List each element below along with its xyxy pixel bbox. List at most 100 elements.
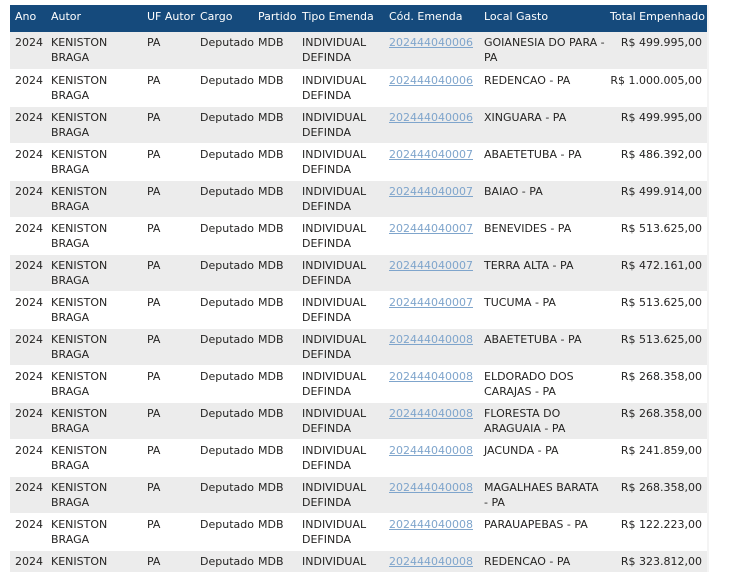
cell-cargo: Deputado [195, 550, 254, 572]
cell-uf-autor: PA [142, 476, 195, 514]
cell-uf-autor: PA [142, 217, 195, 255]
cell-autor: KENISTON BRAGA [46, 402, 142, 440]
col-header-local-gasto[interactable]: Local Gasto [479, 5, 605, 32]
cell-uf-autor: PA [142, 328, 195, 366]
cell-local-gasto: MAGALHAES BARATA - PA [479, 476, 605, 514]
cell-cargo: Deputado [195, 32, 254, 70]
table-row: 2024KENISTON BRAGAPADeputadoMDBINDIVIDUA… [10, 143, 707, 181]
cell-cod-emenda[interactable]: 202444040008 [384, 550, 479, 572]
table-row: 2024KENISTON BRAGAPADeputadoMDBINDIVIDUA… [10, 439, 707, 477]
cell-cod-emenda[interactable]: 202444040008 [384, 476, 479, 514]
cell-autor: KENISTON BRAGA [46, 513, 142, 551]
table-row: 2024KENISTON BRAGAPADeputadoMDBINDIVIDUA… [10, 513, 707, 551]
cell-partido: MDB [253, 402, 297, 440]
cell-uf-autor: PA [142, 513, 195, 551]
table-body: 2024 KENISTON BRAGA PA Deputado MDB INDIVIDUA… [10, 32, 707, 572]
cell-partido: MDB [253, 106, 297, 144]
cell-tipo-emenda: INDIVIDUAL DEFINDA [297, 328, 384, 366]
cell-ano: 2024 [10, 402, 46, 440]
cell-cargo: Deputado [195, 69, 254, 107]
cell-local-gasto: TUCUMA - PA [479, 291, 605, 329]
cell-ano: 2024 [10, 291, 46, 329]
cell-total-empenhado: R$ 499.914,00 [605, 180, 707, 218]
cell-ano: 2024 [10, 513, 46, 551]
cell-local-gasto: TERRA ALTA - PA [479, 254, 605, 292]
cell-tipo-emenda: INDIVIDUAL DEFINDA [297, 550, 384, 572]
cell-cod-emenda[interactable]: 202444040008 [384, 513, 479, 551]
col-header-total-empenhado[interactable]: Total Empenhado [605, 5, 707, 32]
cell-autor: KENISTON BRAGA [46, 328, 142, 366]
cell-tipo-emenda: INDIVIDUAL DEFINDA [297, 217, 384, 255]
col-header-cargo[interactable]: Cargo [195, 5, 253, 32]
cell-total-empenhado: R$ 486.392,00 [605, 143, 707, 181]
table-row: 2024KENISTON BRAGAPADeputadoMDBINDIVIDUA… [10, 550, 707, 572]
cell-total-empenhado: R$ 323.812,00 [605, 550, 707, 572]
cell-cod-emenda[interactable]: 202444040007 [384, 143, 479, 181]
cell-cod-emenda[interactable]: 202444040007 [384, 180, 479, 218]
cell-cargo: Deputado [195, 439, 254, 477]
cell-ano: 2024 [10, 254, 46, 292]
col-header-tipo-emenda[interactable]: Tipo Emenda [297, 5, 384, 32]
cell-autor: KENISTON BRAGA [46, 550, 142, 572]
cell-tipo-emenda: INDIVIDUAL DEFINDA [297, 69, 384, 107]
cell-tipo-emenda: INDIVIDUAL DEFINDA [297, 180, 384, 218]
col-header-autor[interactable]: Autor [46, 5, 142, 32]
cell-ano: 2024 [10, 143, 46, 181]
col-header-ano[interactable]: Ano [10, 5, 46, 32]
cell-cargo: Deputado [195, 328, 254, 366]
table-row: 2024KENISTON BRAGAPADeputadoMDBINDIVIDUA… [10, 254, 707, 292]
cell-ano: 2024 [10, 69, 46, 107]
cell-total-empenhado: R$ 268.358,00 [605, 402, 707, 440]
cell-tipo-emenda: INDIVIDUAL DEFINDA [297, 476, 384, 514]
table-header: Ano Autor UF Autor Cargo Partido Tipo Em… [10, 5, 707, 32]
scrollbar-track[interactable] [707, 5, 709, 572]
emendas-table: Ano Autor UF Autor Cargo Partido Tipo Em… [10, 5, 707, 572]
cell-uf-autor: PA [142, 550, 195, 572]
cell-tipo-emenda: INDIVIDUAL DEFINDA [297, 439, 384, 477]
cell-partido: MDB [253, 550, 297, 572]
cell-cod-emenda[interactable]: 202444040008 [384, 365, 479, 403]
cell-total-empenhado: R$ 1.000.005,00 [605, 69, 707, 107]
cell-cargo: Deputado [195, 402, 254, 440]
cell-partido: MDB [253, 439, 297, 477]
cell-cod-emenda[interactable]: 202444040008 [384, 439, 479, 477]
cell-total-empenhado: R$ 268.358,00 [605, 365, 707, 403]
cell-partido: MDB [253, 32, 297, 70]
cell-partido: MDB [253, 180, 297, 218]
cell-local-gasto: ABAETETUBA - PA [479, 328, 605, 366]
cell-total-empenhado: R$ 122.223,00 [605, 513, 707, 551]
cell-tipo-emenda: INDIVIDUAL DEFINDA [297, 143, 384, 181]
cell-local-gasto: ELDORADO DOS CARAJAS - PA [479, 365, 605, 403]
cell-cod-emenda[interactable]: 202444040008 [384, 402, 479, 440]
cell-cod-emenda[interactable]: 202444040006 [384, 106, 479, 144]
table-row: 2024KENISTON BRAGAPADeputadoMDBINDIVIDUA… [10, 32, 707, 70]
table-row: 2024KENISTON BRAGAPADeputadoMDBINDIVIDUA… [10, 476, 707, 514]
table-row: 2024KENISTON BRAGAPADeputadoMDBINDIVIDUA… [10, 291, 707, 329]
cell-local-gasto: REDENCAO - PA [479, 550, 605, 572]
cell-cod-emenda[interactable]: 202444040007 [384, 291, 479, 329]
cell-local-gasto: JACUNDA - PA [479, 439, 605, 477]
col-header-cod-emenda[interactable]: Cód. Emenda [384, 5, 479, 32]
col-header-partido[interactable]: Partido [253, 5, 297, 32]
cell-local-gasto: FLORESTA DO ARAGUAIA - PA [479, 402, 605, 440]
cell-cod-emenda[interactable]: 202444040006 [384, 32, 479, 70]
cell-cargo: Deputado [195, 365, 254, 403]
cell-total-empenhado: R$ 499.995,00 [605, 106, 707, 144]
cell-tipo-emenda: INDIVIDUAL DEFINDA [297, 254, 384, 292]
cell-uf-autor: PA [142, 32, 195, 70]
cell-autor: KENISTON BRAGA [46, 291, 142, 329]
cell-cargo: Deputado [195, 291, 254, 329]
cell-ano: 2024 [10, 106, 46, 144]
cell-cod-emenda[interactable]: 202444040008 [384, 328, 479, 366]
cell-cod-emenda[interactable]: 202444040007 [384, 217, 479, 255]
cell-local-gasto: BENEVIDES - PA [479, 217, 605, 255]
cell-uf-autor: PA [142, 143, 195, 181]
cell-uf-autor: PA [142, 365, 195, 403]
emendas-table-container[interactable]: Ano Autor UF Autor Cargo Partido Tipo Em… [10, 5, 707, 572]
cell-local-gasto: PARAUAPEBAS - PA [479, 513, 605, 551]
col-header-uf-autor[interactable]: UF Autor [142, 5, 195, 32]
cell-cargo: Deputado [195, 106, 254, 144]
cell-cod-emenda[interactable]: 202444040006 [384, 69, 479, 107]
cell-tipo-emenda: INDIVIDUAL DEFINDA [297, 106, 384, 144]
cell-cod-emenda[interactable]: 202444040007 [384, 254, 479, 292]
